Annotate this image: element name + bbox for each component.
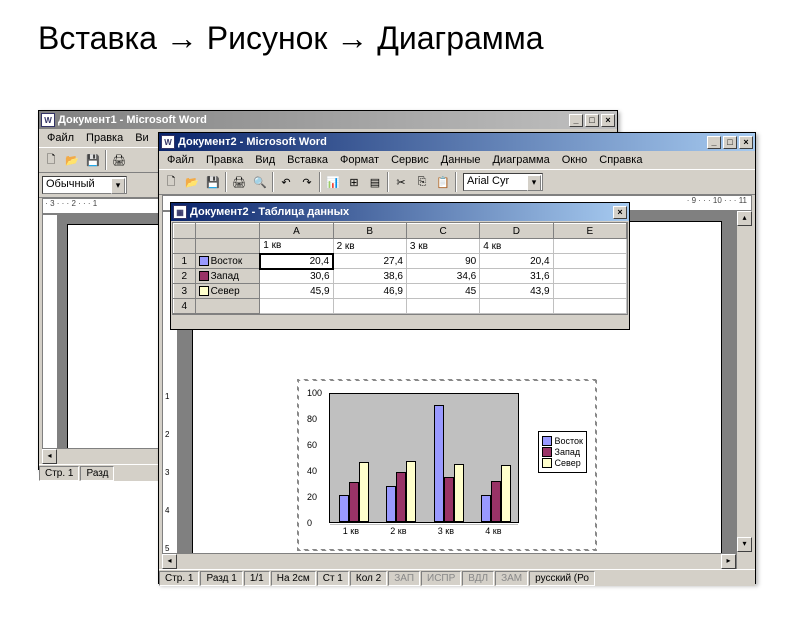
word-icon: W xyxy=(161,135,175,149)
menu-tools[interactable]: Сервис xyxy=(387,153,433,167)
status-col: Кол 2 xyxy=(350,571,387,586)
menu-insert[interactable]: Вставка xyxy=(283,153,332,167)
minimize-button[interactable]: _ xyxy=(707,136,721,149)
menu-format[interactable]: Формат xyxy=(336,153,383,167)
chart-legend: ВостокЗападСевер xyxy=(538,431,587,473)
save-icon[interactable]: 💾 xyxy=(203,172,223,192)
close-button[interactable]: × xyxy=(739,136,753,149)
copy-icon[interactable]: ⎘ xyxy=(412,172,432,192)
redo-icon[interactable]: ↷ xyxy=(297,172,317,192)
status-ext: ВДЛ xyxy=(462,571,494,586)
font-combo[interactable]: Arial Cyr xyxy=(463,173,543,191)
datasheet-icon[interactable]: ▤ xyxy=(365,172,385,192)
print-preview-icon[interactable]: 🔍 xyxy=(250,172,270,192)
menu-chart[interactable]: Диаграмма xyxy=(489,153,554,167)
open-icon[interactable]: 📂 xyxy=(62,150,82,170)
status-line: Ст 1 xyxy=(317,571,349,586)
title-text-datasheet: Документ2 - Таблица данных xyxy=(190,206,613,218)
datasheet-grid[interactable]: ABCDE1 кв2 кв3 кв4 кв1Восток20,427,49020… xyxy=(172,222,628,315)
new-icon[interactable]: 🗋 xyxy=(41,150,61,170)
titlebar-doc1[interactable]: W Документ1 - Microsoft Word _ □ × xyxy=(39,111,617,129)
status-page: Стр. 1 xyxy=(159,571,199,586)
save-icon[interactable]: 💾 xyxy=(83,150,103,170)
cut-icon[interactable]: ✂ xyxy=(391,172,411,192)
import-icon[interactable]: ⊞ xyxy=(344,172,364,192)
chart-type-icon[interactable]: 📊 xyxy=(323,172,343,192)
window-document2: W Документ2 - Microsoft Word _ □ × Файл … xyxy=(158,132,756,584)
menubar-doc2[interactable]: Файл Правка Вид Вставка Формат Сервис Да… xyxy=(159,151,755,169)
datasheet-icon: ▦ xyxy=(173,205,187,219)
vertical-ruler xyxy=(42,214,58,464)
status-rec: ЗАП xyxy=(388,571,420,586)
titlebar-doc2[interactable]: W Документ2 - Microsoft Word _ □ × xyxy=(159,133,755,151)
menu-help[interactable]: Справка xyxy=(595,153,646,167)
menu-view[interactable]: Вид xyxy=(251,153,279,167)
slide-title: Вставка → Рисунок → Диаграмма xyxy=(38,20,800,57)
status-at: На 2см xyxy=(271,571,316,586)
status-pageno: 1/1 xyxy=(244,571,270,586)
maximize-button[interactable]: □ xyxy=(585,114,599,127)
menu-file[interactable]: Файл xyxy=(43,131,78,145)
menu-edit[interactable]: Правка xyxy=(82,131,127,145)
status-page: Стр. 1 xyxy=(39,466,79,481)
menu-data[interactable]: Данные xyxy=(437,153,485,167)
status-section: Разд xyxy=(80,466,114,481)
statusbar-doc2: Стр. 1 Разд 1 1/1 На 2см Ст 1 Кол 2 ЗАП … xyxy=(159,569,755,586)
status-lang: русский (Ро xyxy=(529,571,595,586)
status-section: Разд 1 xyxy=(200,571,242,586)
chart-object[interactable]: ВостокЗападСевер 0204060801001 кв2 кв3 к… xyxy=(297,379,597,551)
paste-icon[interactable]: 📋 xyxy=(433,172,453,192)
open-icon[interactable]: 📂 xyxy=(182,172,202,192)
close-button[interactable]: × xyxy=(613,206,627,219)
title-text-doc1: Документ1 - Microsoft Word xyxy=(58,114,569,126)
new-icon[interactable]: 🗋 xyxy=(161,172,181,192)
titlebar-datasheet[interactable]: ▦ Документ2 - Таблица данных × xyxy=(171,203,629,221)
menu-file[interactable]: Файл xyxy=(163,153,198,167)
print-icon[interactable]: 🖨 xyxy=(229,172,249,192)
close-button[interactable]: × xyxy=(601,114,615,127)
menu-view[interactable]: Ви xyxy=(131,131,152,145)
status-trk: ИСПР xyxy=(421,571,461,586)
word-icon: W xyxy=(41,113,55,127)
datasheet-window[interactable]: ▦ Документ2 - Таблица данных × ABCDE1 кв… xyxy=(170,202,630,330)
vertical-scrollbar[interactable]: ▴ ▾ xyxy=(736,211,752,569)
undo-icon[interactable]: ↶ xyxy=(276,172,296,192)
style-combo[interactable]: Обычный xyxy=(42,176,127,194)
minimize-button[interactable]: _ xyxy=(569,114,583,127)
menu-edit[interactable]: Правка xyxy=(202,153,247,167)
status-ovr: ЗАМ xyxy=(495,571,528,586)
maximize-button[interactable]: □ xyxy=(723,136,737,149)
horizontal-scrollbar[interactable]: ◂ ▸ xyxy=(162,553,736,569)
print-icon[interactable]: 🖨 xyxy=(109,150,129,170)
menu-window[interactable]: Окно xyxy=(558,153,592,167)
title-text-doc2: Документ2 - Microsoft Word xyxy=(178,136,707,148)
toolbar-doc2: 🗋 📂 💾 🖨 🔍 ↶ ↷ 📊 ⊞ ▤ ✂ ⎘ 📋 Arial Cyr xyxy=(159,169,755,195)
